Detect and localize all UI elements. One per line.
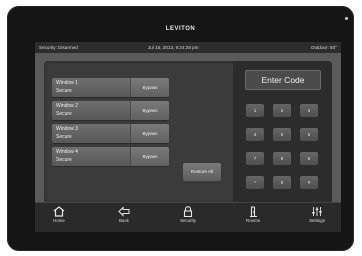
key-1[interactable]: 1 [246,104,264,117]
key-3[interactable]: 3 [300,104,318,117]
zone-window-3: Window 3 Secure Bypass [52,124,169,143]
zone-window-1: Window 1 Secure Bypass [52,78,169,97]
nav-settings-label: Settings [309,218,325,223]
key-5[interactable]: 5 [273,128,291,141]
zone-state: Secure [56,111,72,117]
key-0[interactable]: 0 [273,176,291,189]
nav-back[interactable]: Back [104,206,144,232]
brand-logo: LEVITON [165,26,196,32]
code-display: Enter Code [245,70,321,90]
sliders-icon [312,207,322,216]
zone-name: Window 4 [56,149,78,155]
screen: Security: Disarmed Jul 15, 2013, 6:24:28… [35,42,341,232]
key-hash[interactable]: # [300,176,318,189]
key-2[interactable]: 2 [273,104,291,117]
door-icon [250,206,257,217]
key-6[interactable]: 6 [300,128,318,141]
bypass-button-window-3[interactable]: Bypass [130,124,169,143]
nav-security[interactable]: Security [168,206,208,232]
status-bar: Security: Disarmed Jul 15, 2013, 6:24:28… [35,42,341,53]
security-panel: Window 1 Secure Bypass Window 2 Secure B… [44,61,332,204]
lock-icon [183,206,193,217]
nav-home[interactable]: Home [39,206,79,232]
key-star[interactable]: * [246,176,264,189]
date-time: Jul 15, 2013, 6:24:28 pm [148,45,199,50]
back-arrow-icon [118,206,130,217]
bypass-button-window-4[interactable]: Bypass [130,147,169,166]
restore-all-button[interactable]: Restore All [183,163,221,181]
nav-security-label: Security [180,218,196,223]
touchscreen-device: LEVITON Security: Disarmed Jul 15, 2013,… [7,6,354,251]
bypass-button-window-2[interactable]: Bypass [130,101,169,120]
nav-back-label: Back [119,218,129,223]
keypad: Enter Code 1 2 3 4 5 6 7 8 9 * 0 # [233,61,332,204]
nav-home-label: Home [53,218,65,223]
zone-name: Window 1 [56,80,78,86]
security-status: Security: Disarmed [39,45,78,50]
key-8[interactable]: 8 [273,152,291,165]
outdoor-temp: Outdoor: 50° [310,45,337,50]
bypass-button-window-1[interactable]: Bypass [130,78,169,97]
zone-name: Window 3 [56,126,78,132]
zone-window-2: Window 2 Secure Bypass [52,101,169,120]
key-4[interactable]: 4 [246,128,264,141]
key-7[interactable]: 7 [246,152,264,165]
zone-name: Window 2 [56,103,78,109]
nav-rooms[interactable]: Rooms [233,206,273,232]
nav-settings[interactable]: Settings [297,206,337,232]
key-9[interactable]: 9 [300,152,318,165]
zone-window-4: Window 4 Secure Bypass [52,147,169,166]
zone-state: Secure [56,134,72,140]
camera-icon [345,17,348,20]
bottom-nav: Home Back Security Rooms Settings [35,202,341,232]
zone-state: Secure [56,88,72,94]
nav-rooms-label: Rooms [246,218,260,223]
zone-state: Secure [56,157,72,163]
home-icon [53,206,65,217]
